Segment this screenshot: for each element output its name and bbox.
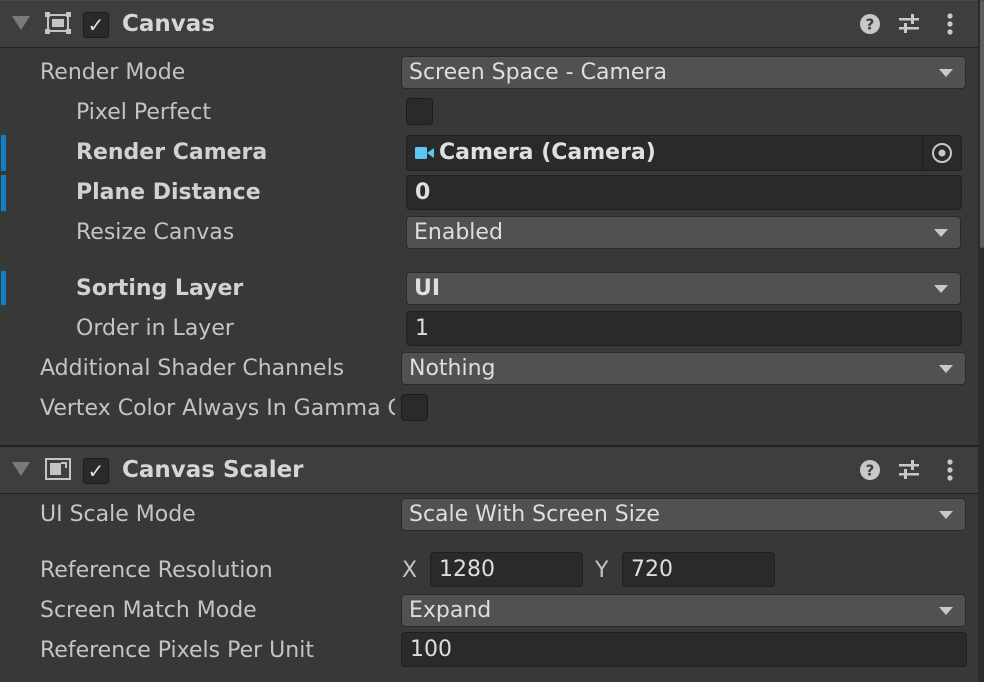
screen-match-mode-dropdown[interactable]: Expand: [401, 594, 966, 627]
sorting-layer-dropdown[interactable]: UI: [406, 272, 961, 305]
chevron-down-icon: [939, 607, 953, 615]
foldout-arrow-icon[interactable]: [12, 16, 30, 30]
canvas-title: Canvas: [122, 11, 215, 37]
order-in-layer-field[interactable]: 1: [406, 311, 962, 346]
help-icon[interactable]: ?: [857, 457, 883, 483]
plane-distance-label: Plane Distance: [76, 180, 261, 205]
additional-shader-channels-label: Additional Shader Channels: [40, 356, 345, 381]
ui-scale-mode-value: Scale With Screen Size: [409, 502, 660, 527]
render-camera-label: Render Camera: [76, 140, 268, 165]
reference-pixels-per-unit-label: Reference Pixels Per Unit: [40, 638, 314, 663]
camera-icon: [415, 147, 434, 159]
order-in-layer-value: 1: [415, 316, 429, 341]
kebab-menu-icon[interactable]: [937, 457, 963, 483]
override-indicator: [1, 271, 6, 305]
canvas-scaler-component-header[interactable]: ✓ Canvas Scaler ?: [0, 445, 978, 494]
reference-resolution-x-label: X: [402, 558, 418, 583]
presets-icon[interactable]: [896, 11, 922, 37]
screen-match-mode-label: Screen Match Mode: [40, 598, 257, 623]
resize-canvas-dropdown[interactable]: Enabled: [406, 216, 961, 249]
render-camera-field[interactable]: Camera (Camera): [406, 135, 962, 171]
ui-scale-mode-label: UI Scale Mode: [40, 502, 196, 527]
chevron-down-icon: [939, 511, 953, 519]
reference-resolution-y-value: 720: [631, 557, 673, 582]
reference-pixels-per-unit-field[interactable]: 100: [401, 632, 967, 667]
reference-resolution-x-field[interactable]: 1280: [430, 552, 583, 587]
chevron-down-icon: [939, 69, 953, 77]
svg-text:?: ?: [866, 462, 875, 480]
kebab-menu-icon[interactable]: [937, 11, 963, 37]
chevron-down-icon: [934, 229, 948, 237]
object-picker-icon[interactable]: [922, 136, 961, 170]
chevron-down-icon: [939, 365, 953, 373]
plane-distance-value: 0: [415, 180, 431, 205]
screen-match-mode-value: Expand: [409, 598, 492, 623]
canvas-scaler-title: Canvas Scaler: [122, 457, 304, 483]
order-in-layer-label: Order in Layer: [76, 316, 234, 341]
reference-resolution-y-field[interactable]: 720: [622, 552, 775, 587]
pixel-perfect-checkbox[interactable]: [406, 98, 433, 125]
presets-icon[interactable]: [896, 457, 922, 483]
canvas-component-header[interactable]: ✓ Canvas ?: [0, 0, 978, 48]
override-indicator: [1, 135, 6, 171]
additional-shader-channels-value: Nothing: [409, 356, 496, 381]
vertex-color-gamma-label: Vertex Color Always In Gamma Color Space: [40, 396, 395, 421]
help-icon[interactable]: ?: [857, 11, 883, 37]
reference-pixels-per-unit-value: 100: [410, 637, 452, 662]
pixel-perfect-label: Pixel Perfect: [76, 100, 211, 125]
canvas-scaler-icon: [45, 458, 71, 480]
render-camera-value: Camera (Camera): [439, 140, 656, 165]
render-mode-dropdown[interactable]: Screen Space - Camera: [401, 56, 966, 89]
additional-shader-channels-dropdown[interactable]: Nothing: [401, 352, 966, 385]
chevron-down-icon: [934, 285, 948, 293]
sorting-layer-label: Sorting Layer: [76, 276, 244, 301]
reference-resolution-y-label: Y: [595, 558, 609, 583]
resize-canvas-value: Enabled: [414, 220, 503, 245]
override-indicator: [1, 175, 6, 211]
scrollbar-thumb[interactable]: [980, 0, 984, 248]
canvas-icon: [45, 12, 71, 34]
svg-text:?: ?: [866, 16, 875, 34]
reference-resolution-label: Reference Resolution: [40, 558, 273, 583]
canvas-enabled-checkbox[interactable]: ✓: [83, 12, 109, 38]
reference-resolution-x-value: 1280: [439, 557, 495, 582]
plane-distance-field[interactable]: 0: [406, 175, 962, 210]
render-mode-label: Render Mode: [40, 60, 186, 85]
vertical-scrollbar[interactable]: [978, 0, 984, 682]
inspector-panel: ✓ Canvas ? Render Mode Screen Space - Ca…: [0, 0, 978, 682]
ui-scale-mode-dropdown[interactable]: Scale With Screen Size: [401, 498, 966, 531]
sorting-layer-value: UI: [414, 276, 441, 301]
canvas-scaler-enabled-checkbox[interactable]: ✓: [83, 458, 109, 484]
vertex-color-gamma-checkbox[interactable]: [401, 394, 428, 421]
foldout-arrow-icon[interactable]: [12, 462, 30, 476]
render-mode-value: Screen Space - Camera: [409, 60, 667, 85]
resize-canvas-label: Resize Canvas: [76, 220, 235, 245]
